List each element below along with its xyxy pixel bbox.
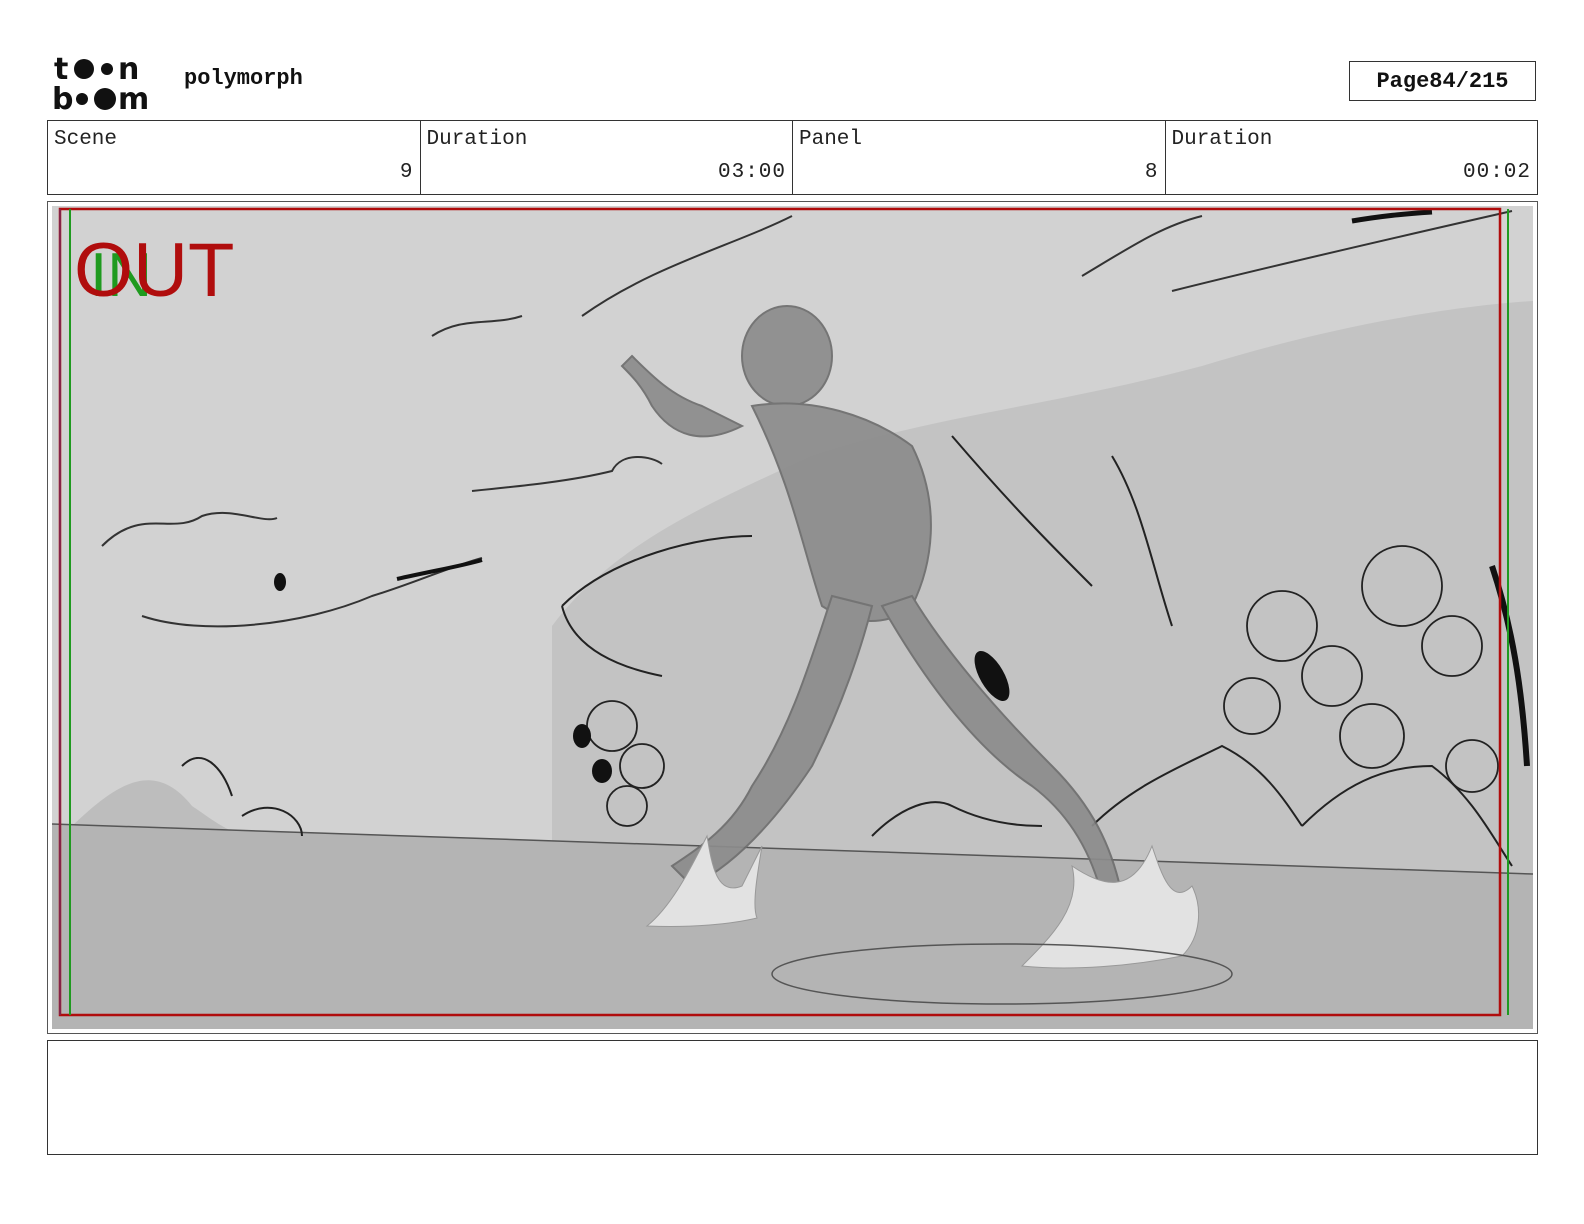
storyboard-panel-image: IN OUT: [52, 206, 1533, 1029]
page-indicator: Page 84/215: [1349, 61, 1536, 101]
scene-cell: Scene 9: [48, 121, 421, 194]
panel-cell: Panel 8: [793, 121, 1166, 194]
project-name: polymorph: [184, 66, 303, 91]
panel-value: 8: [1144, 161, 1159, 184]
scene-value: 9: [399, 161, 414, 184]
svg-text:b: b: [52, 82, 73, 112]
page-number: 84/215: [1429, 68, 1509, 94]
panel-duration-cell: Duration 00:02: [1166, 121, 1538, 194]
svg-text:m: m: [118, 82, 149, 112]
panel-label: Panel: [799, 128, 863, 151]
scene-duration-label: Duration: [426, 128, 528, 151]
scene-duration-cell: Duration 03:00: [421, 121, 793, 194]
panel-duration-value: 00:02: [1462, 161, 1531, 184]
caption-box: [47, 1040, 1538, 1155]
scene-info-table: Scene 9 Duration 03:00 Panel 8 Duration …: [47, 120, 1538, 195]
scene-label: Scene: [54, 128, 118, 151]
toon-boom-logo: t n b m: [52, 52, 149, 112]
panel-duration-label: Duration: [1171, 128, 1273, 151]
out-overlay-label: OUT: [74, 228, 234, 313]
page-label: Page: [1376, 68, 1430, 94]
scene-duration-value: 03:00: [717, 161, 786, 184]
